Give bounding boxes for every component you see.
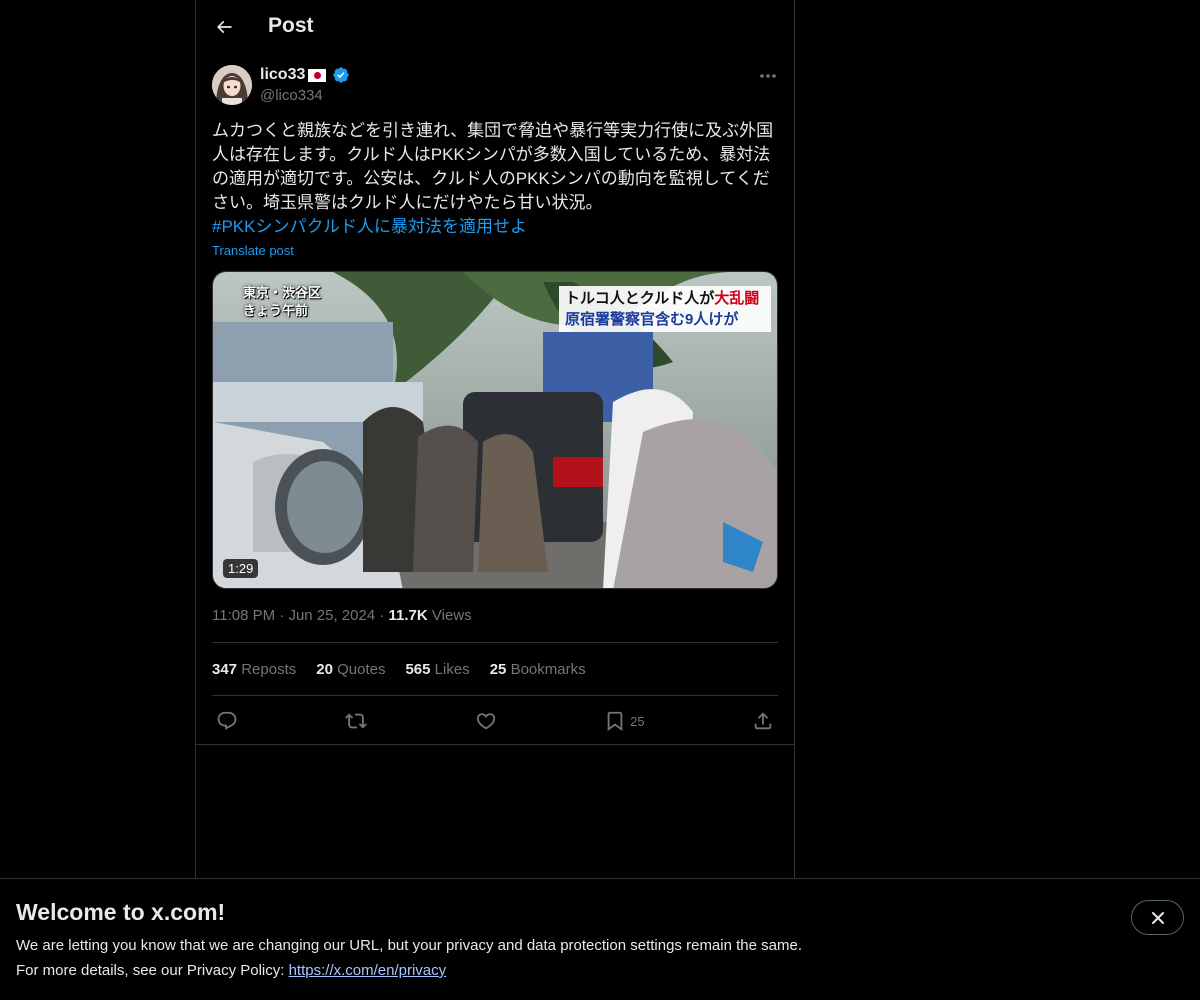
reply-button[interactable] <box>216 710 238 732</box>
name-row: lico33 <box>260 66 350 84</box>
display-name[interactable]: lico33 <box>260 66 305 84</box>
meta-separator: · <box>379 607 389 624</box>
repost-icon <box>345 713 368 729</box>
caption-time-line: きょう午前 <box>243 303 309 318</box>
avatar-image <box>212 65 252 105</box>
bookmark-icon <box>607 711 623 732</box>
video-duration-badge: 1:29 <box>223 559 259 578</box>
avatar[interactable] <box>212 65 252 105</box>
top-bar: Post <box>196 0 794 54</box>
banner-message: We are letting you know that we are chan… <box>16 937 802 954</box>
welcome-banner: Welcome to x.com! We are letting you kno… <box>0 878 1200 1000</box>
banner-title: Welcome to x.com! <box>16 899 226 925</box>
back-button[interactable] <box>208 11 240 43</box>
repost-button[interactable] <box>345 710 368 732</box>
video-player[interactable]: 東京・渋谷区 きょう午前 トルコ人とクルド人が大乱闘 原宿署警察官含む9人けが … <box>212 271 778 589</box>
post-metadata: 11:08 PM · Jun 25, 2024 · 11.7K Views <box>212 607 472 624</box>
banner-privacy-prefix: For more details, see our Privacy Policy… <box>16 962 289 979</box>
caption-location-line: 東京・渋谷区 <box>243 285 322 300</box>
post-date[interactable]: Jun 25, 2024 <box>288 607 375 624</box>
share-button[interactable] <box>752 710 774 732</box>
share-icon <box>754 712 772 730</box>
headline-line-2: 原宿署警察官含む9人けが <box>565 311 739 328</box>
more-dots-icon <box>760 74 776 78</box>
quotes-label: Quotes <box>337 660 386 678</box>
heart-icon <box>476 713 495 730</box>
bookmarks-stat[interactable]: 25 Bookmarks <box>490 661 586 678</box>
quotes-stat[interactable]: 20 Quotes <box>316 661 385 678</box>
headline-part-1: トルコ人とクルド人が <box>565 290 715 307</box>
close-banner-button[interactable] <box>1131 900 1184 935</box>
video-caption-location: 東京・渋谷区 きょう午前 <box>243 284 321 320</box>
reply-icon <box>217 711 237 730</box>
primary-column: Post lico33 @lico334 ムカつくと親族などを引き連れ、集団で脅… <box>195 0 795 880</box>
post-time[interactable]: 11:08 PM <box>212 607 275 624</box>
user-handle[interactable]: @lico334 <box>260 87 323 104</box>
engagement-stats: 347 Reposts 20 Quotes 565 Likes 25 Bookm… <box>212 642 778 696</box>
likes-stat[interactable]: 565 Likes <box>405 661 469 678</box>
video-caption-headline: トルコ人とクルド人が大乱闘 原宿署警察官含む9人けが <box>559 286 771 332</box>
reposts-stat[interactable]: 347 Reposts <box>212 661 296 678</box>
views-count: 11.7K <box>388 607 428 624</box>
arrow-left-icon <box>216 20 232 34</box>
bookmarks-count: 25 <box>489 660 507 678</box>
quotes-count: 20 <box>316 660 333 678</box>
views-label: Views <box>431 607 472 624</box>
more-options-button[interactable] <box>756 66 780 86</box>
banner-privacy-line: For more details, see our Privacy Policy… <box>16 962 446 979</box>
post-body: ムカつくと親族などを引き連れ、集団で脅迫や暴行等実力行使に及ぶ外国人は存在します… <box>212 121 774 212</box>
page-title: Post <box>268 14 314 37</box>
privacy-policy-link[interactable]: https://x.com/en/privacy <box>289 962 447 979</box>
likes-label: Likes <box>434 660 470 678</box>
divider <box>196 744 794 745</box>
post-text: ムカつくと親族などを引き連れ、集団で脅迫や暴行等実力行使に及ぶ外国人は存在します… <box>212 119 782 239</box>
action-bar: 25 <box>212 697 778 745</box>
bookmarks-label: Bookmarks <box>510 660 586 678</box>
bookmark-count: 25 <box>630 713 645 729</box>
likes-count: 565 <box>405 660 431 678</box>
hashtag-link[interactable]: #PKKシンパクルド人に暴対法を適用せよ <box>212 215 782 239</box>
like-button[interactable] <box>475 710 497 732</box>
verified-badge-icon[interactable] <box>332 66 350 84</box>
headline-part-2: 大乱闘 <box>714 290 760 307</box>
close-icon <box>1151 911 1164 924</box>
bookmark-button[interactable]: 25 <box>604 710 645 732</box>
translate-post-link[interactable]: Translate post <box>212 243 294 258</box>
reposts-label: Reposts <box>241 660 297 678</box>
reposts-count: 347 <box>212 660 238 678</box>
japan-flag-icon <box>308 68 327 82</box>
post-author: lico33 @lico334 <box>212 64 780 108</box>
